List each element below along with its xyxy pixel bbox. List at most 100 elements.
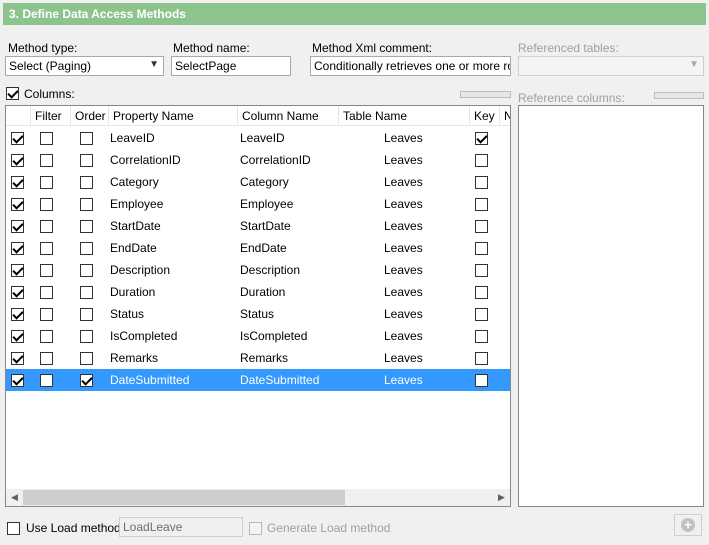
property-name-cell[interactable]: IsCompleted: [110, 325, 177, 347]
columns-splitter[interactable]: [460, 91, 511, 98]
column-name-cell[interactable]: LeaveID: [240, 127, 285, 149]
row-order-checkbox[interactable]: [80, 127, 93, 149]
table-name-cell[interactable]: Leaves: [384, 259, 423, 281]
table-row[interactable]: CorrelationID CorrelationID Leaves: [6, 149, 510, 171]
column-name-cell[interactable]: CorrelationID: [240, 149, 311, 171]
row-filter-checkbox[interactable]: [40, 237, 53, 259]
table-row[interactable]: LeaveID LeaveID Leaves: [6, 127, 510, 149]
method-type-select[interactable]: Select (Paging) ▼: [5, 56, 164, 76]
row-key-checkbox[interactable]: [475, 303, 488, 325]
row-filter-checkbox[interactable]: [40, 127, 53, 149]
column-name-cell[interactable]: Employee: [240, 193, 293, 215]
property-name-cell[interactable]: Category: [110, 171, 159, 193]
row-order-checkbox[interactable]: [80, 149, 93, 171]
row-order-checkbox[interactable]: [80, 325, 93, 347]
row-filter-checkbox[interactable]: [40, 149, 53, 171]
property-name-cell[interactable]: Remarks: [110, 347, 158, 369]
referenced-tables-select[interactable]: ▼: [518, 56, 704, 76]
row-include-checkbox[interactable]: [11, 193, 24, 215]
row-order-checkbox[interactable]: [80, 369, 93, 391]
property-name-cell[interactable]: StartDate: [110, 215, 161, 237]
column-name-cell[interactable]: Duration: [240, 281, 285, 303]
reference-columns-splitter[interactable]: [654, 92, 704, 99]
row-include-checkbox[interactable]: [11, 127, 24, 149]
row-filter-checkbox[interactable]: [40, 259, 53, 281]
table-row[interactable]: DateSubmitted DateSubmitted Leaves: [6, 369, 510, 391]
row-key-checkbox[interactable]: [475, 149, 488, 171]
header-column-name[interactable]: Column Name: [238, 106, 339, 126]
property-name-cell[interactable]: Description: [110, 259, 170, 281]
column-name-cell[interactable]: DateSubmitted: [240, 369, 319, 391]
use-load-checkbox[interactable]: [7, 521, 20, 536]
column-name-cell[interactable]: Description: [240, 259, 300, 281]
row-filter-checkbox[interactable]: [40, 171, 53, 193]
row-key-checkbox[interactable]: [475, 347, 488, 369]
row-order-checkbox[interactable]: [80, 171, 93, 193]
table-name-cell[interactable]: Leaves: [384, 303, 423, 325]
table-name-cell[interactable]: Leaves: [384, 193, 423, 215]
header-table-name[interactable]: Table Name: [339, 106, 470, 126]
table-row[interactable]: IsCompleted IsCompleted Leaves: [6, 325, 510, 347]
row-filter-checkbox[interactable]: [40, 347, 53, 369]
row-key-checkbox[interactable]: [475, 193, 488, 215]
table-name-cell[interactable]: Leaves: [384, 325, 423, 347]
load-method-input[interactable]: LoadLeave: [119, 517, 243, 537]
header-property-name[interactable]: Property Name: [109, 106, 238, 126]
property-name-cell[interactable]: DateSubmitted: [110, 369, 189, 391]
row-include-checkbox[interactable]: [11, 369, 24, 391]
row-key-checkbox[interactable]: [475, 127, 488, 149]
generate-load-checkbox[interactable]: [249, 521, 262, 536]
header-filter[interactable]: Filter: [31, 106, 71, 126]
row-filter-checkbox[interactable]: [40, 325, 53, 347]
row-filter-checkbox[interactable]: [40, 369, 53, 391]
row-include-checkbox[interactable]: [11, 215, 24, 237]
header-key[interactable]: Key: [470, 106, 500, 126]
columns-grid[interactable]: Filter Order Property Name Column Name T…: [5, 105, 511, 507]
table-name-cell[interactable]: Leaves: [384, 127, 423, 149]
row-order-checkbox[interactable]: [80, 237, 93, 259]
row-include-checkbox[interactable]: [11, 149, 24, 171]
row-key-checkbox[interactable]: [475, 259, 488, 281]
table-name-cell[interactable]: Leaves: [384, 347, 423, 369]
row-order-checkbox[interactable]: [80, 303, 93, 325]
column-name-cell[interactable]: StartDate: [240, 215, 291, 237]
row-include-checkbox[interactable]: [11, 347, 24, 369]
scrollbar-thumb[interactable]: [23, 490, 345, 505]
method-name-input[interactable]: SelectPage: [171, 56, 291, 76]
arrow-left-icon[interactable]: ◀: [6, 490, 23, 505]
table-row[interactable]: Category Category Leaves: [6, 171, 510, 193]
header-order[interactable]: Order: [71, 106, 109, 126]
columns-checkbox[interactable]: [6, 86, 19, 101]
property-name-cell[interactable]: LeaveID: [110, 127, 155, 149]
row-order-checkbox[interactable]: [80, 259, 93, 281]
row-include-checkbox[interactable]: [11, 171, 24, 193]
reference-columns-list[interactable]: [518, 105, 704, 507]
table-name-cell[interactable]: Leaves: [384, 237, 423, 259]
row-key-checkbox[interactable]: [475, 369, 488, 391]
row-key-checkbox[interactable]: [475, 215, 488, 237]
row-include-checkbox[interactable]: [11, 259, 24, 281]
table-row[interactable]: Description Description Leaves: [6, 259, 510, 281]
row-filter-checkbox[interactable]: [40, 193, 53, 215]
row-filter-checkbox[interactable]: [40, 215, 53, 237]
table-name-cell[interactable]: Leaves: [384, 281, 423, 303]
column-name-cell[interactable]: Status: [240, 303, 274, 325]
property-name-cell[interactable]: EndDate: [110, 237, 157, 259]
table-row[interactable]: Remarks Remarks Leaves: [6, 347, 510, 369]
row-order-checkbox[interactable]: [80, 193, 93, 215]
row-order-checkbox[interactable]: [80, 347, 93, 369]
xml-comment-input[interactable]: Conditionally retrieves one or more rows…: [310, 56, 511, 76]
row-include-checkbox[interactable]: [11, 325, 24, 347]
table-row[interactable]: StartDate StartDate Leaves: [6, 215, 510, 237]
row-order-checkbox[interactable]: [80, 281, 93, 303]
table-name-cell[interactable]: Leaves: [384, 171, 423, 193]
row-include-checkbox[interactable]: [11, 281, 24, 303]
row-filter-checkbox[interactable]: [40, 303, 53, 325]
table-row[interactable]: EndDate EndDate Leaves: [6, 237, 510, 259]
column-name-cell[interactable]: Remarks: [240, 347, 288, 369]
row-filter-checkbox[interactable]: [40, 281, 53, 303]
row-key-checkbox[interactable]: [475, 237, 488, 259]
row-order-checkbox[interactable]: [80, 215, 93, 237]
table-name-cell[interactable]: Leaves: [384, 369, 423, 391]
column-name-cell[interactable]: IsCompleted: [240, 325, 307, 347]
